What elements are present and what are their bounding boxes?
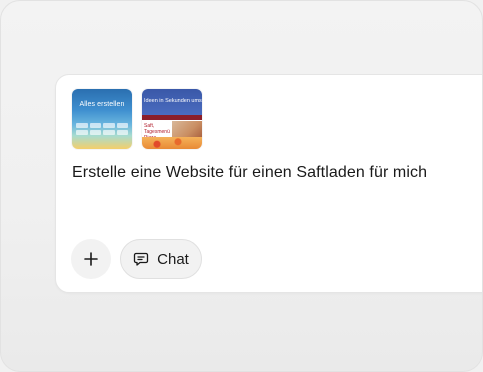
attachment-thumbnail-2[interactable]: Ideen in Sekunden umsetzen Saft, Tagesme… [142,89,202,149]
thumbnail-2-pizza-image [142,137,202,149]
thumbnail-2-title: Ideen in Sekunden umsetzen [144,98,202,104]
plus-icon [83,251,99,267]
chat-bubble-icon [133,251,149,267]
chat-button[interactable]: Chat [120,239,202,279]
app-window: Alles erstellen Ideen in Sekunden umsetz… [0,0,483,372]
prompt-input-text[interactable]: Erstelle eine Website für einen Saftlade… [72,164,427,182]
attachment-list: Alles erstellen Ideen in Sekunden umsetz… [72,89,202,149]
thumbnail-1-title: Alles erstellen [79,101,125,108]
thumbnail-1-grid [76,123,128,135]
thumbnail-2-bar [142,115,202,120]
prompt-composer[interactable]: Alles erstellen Ideen in Sekunden umsetz… [55,74,482,293]
attachment-thumbnail-1[interactable]: Alles erstellen [72,89,132,149]
chat-button-label: Chat [157,250,189,268]
add-button[interactable] [71,239,111,279]
